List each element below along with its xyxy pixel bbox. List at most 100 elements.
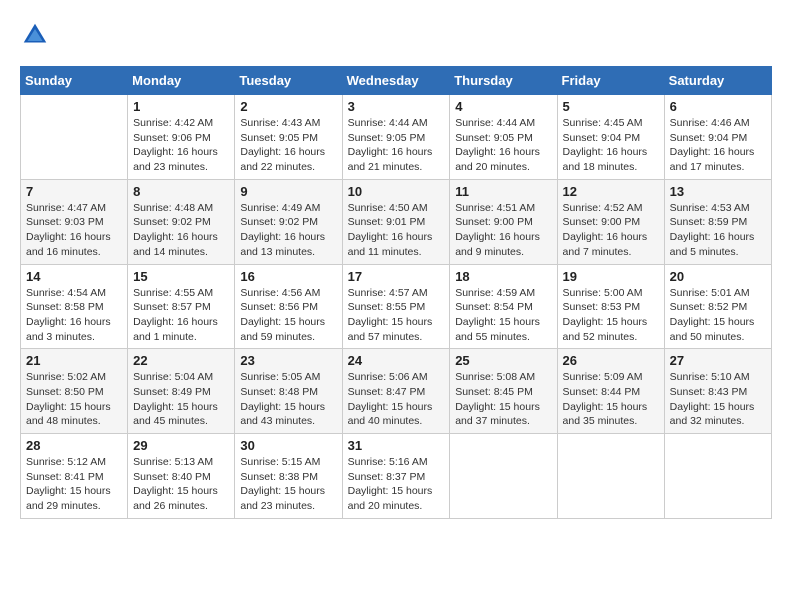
calendar-cell [21,95,128,180]
calendar-cell: 21 Sunrise: 5:02 AMSunset: 8:50 PMDayligh… [21,349,128,434]
day-number: 29 [133,438,229,453]
calendar-cell: 18 Sunrise: 4:59 AMSunset: 8:54 PMDayligh… [450,264,557,349]
day-number: 3 [348,99,445,114]
calendar-cell: 20 Sunrise: 5:01 AMSunset: 8:52 PMDayligh… [664,264,771,349]
calendar-week-row: 28Sunrise: 5:12 AMSunset: 8:41 PMDayligh… [21,434,772,519]
day-header-sunday: Sunday [21,67,128,95]
day-number: 15 [133,269,229,284]
day-number: 17 [348,269,445,284]
calendar-table: SundayMondayTuesdayWednesdayThursdayFrid… [20,66,772,519]
day-info: Sunrise: 5:06 AMSunset: 8:47 PMDaylight:… [348,370,445,429]
calendar-cell: 16 Sunrise: 4:56 AMSunset: 8:56 PMDayligh… [235,264,342,349]
day-number: 4 [455,99,551,114]
calendar-cell: 1Sunrise: 4:42 AMSunset: 9:06 PMDaylight… [128,95,235,180]
calendar-cell: 29 Sunrise: 5:13 AMSunset: 8:40 PMDayligh… [128,434,235,519]
calendar-week-row: 14 Sunrise: 4:54 AMSunset: 8:58 PMDayligh… [21,264,772,349]
day-info: Sunrise: 5:05 AMSunset: 8:48 PMDaylight:… [240,370,336,429]
calendar-cell: 26 Sunrise: 5:09 AMSunset: 8:44 PMDayligh… [557,349,664,434]
calendar-header-row: SundayMondayTuesdayWednesdayThursdayFrid… [21,67,772,95]
calendar-cell: 28Sunrise: 5:12 AMSunset: 8:41 PMDayligh… [21,434,128,519]
calendar-cell: 8 Sunrise: 4:48 AMSunset: 9:02 PMDaylight… [128,179,235,264]
page-header [20,20,772,50]
day-info: Sunrise: 5:08 AMSunset: 8:45 PMDaylight:… [455,370,551,429]
day-info: Sunrise: 5:10 AMSunset: 8:43 PMDaylight:… [670,370,766,429]
day-number: 2 [240,99,336,114]
day-number: 28 [26,438,122,453]
day-number: 27 [670,353,766,368]
day-header-monday: Monday [128,67,235,95]
day-number: 20 [670,269,766,284]
day-info: Sunrise: 4:45 AMSunset: 9:04 PMDaylight:… [563,116,659,175]
calendar-cell: 12 Sunrise: 4:52 AMSunset: 9:00 PMDayligh… [557,179,664,264]
calendar-cell: 6 Sunrise: 4:46 AMSunset: 9:04 PMDaylight… [664,95,771,180]
calendar-week-row: 7 Sunrise: 4:47 AMSunset: 9:03 PMDaylight… [21,179,772,264]
day-number: 25 [455,353,551,368]
calendar-cell: 17 Sunrise: 4:57 AMSunset: 8:55 PMDayligh… [342,264,450,349]
calendar-cell: 14 Sunrise: 4:54 AMSunset: 8:58 PMDayligh… [21,264,128,349]
day-number: 24 [348,353,445,368]
calendar-cell: 25 Sunrise: 5:08 AMSunset: 8:45 PMDayligh… [450,349,557,434]
day-header-tuesday: Tuesday [235,67,342,95]
day-info: Sunrise: 5:02 AMSunset: 8:50 PMDaylight:… [26,370,122,429]
logo [20,20,56,50]
day-number: 7 [26,184,122,199]
day-info: Sunrise: 4:50 AMSunset: 9:01 PMDaylight:… [348,201,445,260]
day-header-wednesday: Wednesday [342,67,450,95]
day-info: Sunrise: 4:57 AMSunset: 8:55 PMDaylight:… [348,286,445,345]
day-number: 8 [133,184,229,199]
day-info: Sunrise: 4:54 AMSunset: 8:58 PMDaylight:… [26,286,122,345]
day-info: Sunrise: 5:01 AMSunset: 8:52 PMDaylight:… [670,286,766,345]
calendar-cell: 27 Sunrise: 5:10 AMSunset: 8:43 PMDayligh… [664,349,771,434]
day-info: Sunrise: 4:53 AMSunset: 8:59 PMDaylight:… [670,201,766,260]
calendar-week-row: 1Sunrise: 4:42 AMSunset: 9:06 PMDaylight… [21,95,772,180]
day-number: 31 [348,438,445,453]
day-number: 9 [240,184,336,199]
calendar-cell: 31 Sunrise: 5:16 AMSunset: 8:37 PMDayligh… [342,434,450,519]
calendar-cell: 19 Sunrise: 5:00 AMSunset: 8:53 PMDayligh… [557,264,664,349]
day-info: Sunrise: 4:44 AMSunset: 9:05 PMDaylight:… [455,116,551,175]
day-number: 10 [348,184,445,199]
day-number: 26 [563,353,659,368]
day-info: Sunrise: 5:16 AMSunset: 8:37 PMDaylight:… [348,455,445,514]
calendar-cell: 30Sunrise: 5:15 AMSunset: 8:38 PMDayligh… [235,434,342,519]
day-info: Sunrise: 4:43 AMSunset: 9:05 PMDaylight:… [240,116,336,175]
calendar-cell: 4 Sunrise: 4:44 AMSunset: 9:05 PMDaylight… [450,95,557,180]
day-info: Sunrise: 4:47 AMSunset: 9:03 PMDaylight:… [26,201,122,260]
day-header-saturday: Saturday [664,67,771,95]
calendar-cell: 9 Sunrise: 4:49 AMSunset: 9:02 PMDaylight… [235,179,342,264]
day-info: Sunrise: 4:46 AMSunset: 9:04 PMDaylight:… [670,116,766,175]
day-number: 1 [133,99,229,114]
calendar-cell: 5Sunrise: 4:45 AMSunset: 9:04 PMDaylight… [557,95,664,180]
day-info: Sunrise: 4:59 AMSunset: 8:54 PMDaylight:… [455,286,551,345]
calendar-cell [450,434,557,519]
day-number: 13 [670,184,766,199]
day-number: 12 [563,184,659,199]
day-number: 11 [455,184,551,199]
calendar-cell: 15 Sunrise: 4:55 AMSunset: 8:57 PMDayligh… [128,264,235,349]
day-info: Sunrise: 4:51 AMSunset: 9:00 PMDaylight:… [455,201,551,260]
calendar-cell: 7 Sunrise: 4:47 AMSunset: 9:03 PMDaylight… [21,179,128,264]
day-number: 21 [26,353,122,368]
day-number: 16 [240,269,336,284]
day-number: 30 [240,438,336,453]
day-header-friday: Friday [557,67,664,95]
day-info: Sunrise: 4:48 AMSunset: 9:02 PMDaylight:… [133,201,229,260]
day-number: 18 [455,269,551,284]
day-info: Sunrise: 5:09 AMSunset: 8:44 PMDaylight:… [563,370,659,429]
day-info: Sunrise: 4:55 AMSunset: 8:57 PMDaylight:… [133,286,229,345]
day-number: 22 [133,353,229,368]
day-number: 23 [240,353,336,368]
day-number: 6 [670,99,766,114]
calendar-cell: 10 Sunrise: 4:50 AMSunset: 9:01 PMDayligh… [342,179,450,264]
calendar-cell [664,434,771,519]
day-number: 19 [563,269,659,284]
day-info: Sunrise: 4:49 AMSunset: 9:02 PMDaylight:… [240,201,336,260]
day-info: Sunrise: 4:56 AMSunset: 8:56 PMDaylight:… [240,286,336,345]
calendar-cell: 3Sunrise: 4:44 AMSunset: 9:05 PMDaylight… [342,95,450,180]
day-number: 14 [26,269,122,284]
day-info: Sunrise: 4:52 AMSunset: 9:00 PMDaylight:… [563,201,659,260]
day-info: Sunrise: 5:13 AMSunset: 8:40 PMDaylight:… [133,455,229,514]
day-info: Sunrise: 5:04 AMSunset: 8:49 PMDaylight:… [133,370,229,429]
day-info: Sunrise: 5:00 AMSunset: 8:53 PMDaylight:… [563,286,659,345]
calendar-cell [557,434,664,519]
